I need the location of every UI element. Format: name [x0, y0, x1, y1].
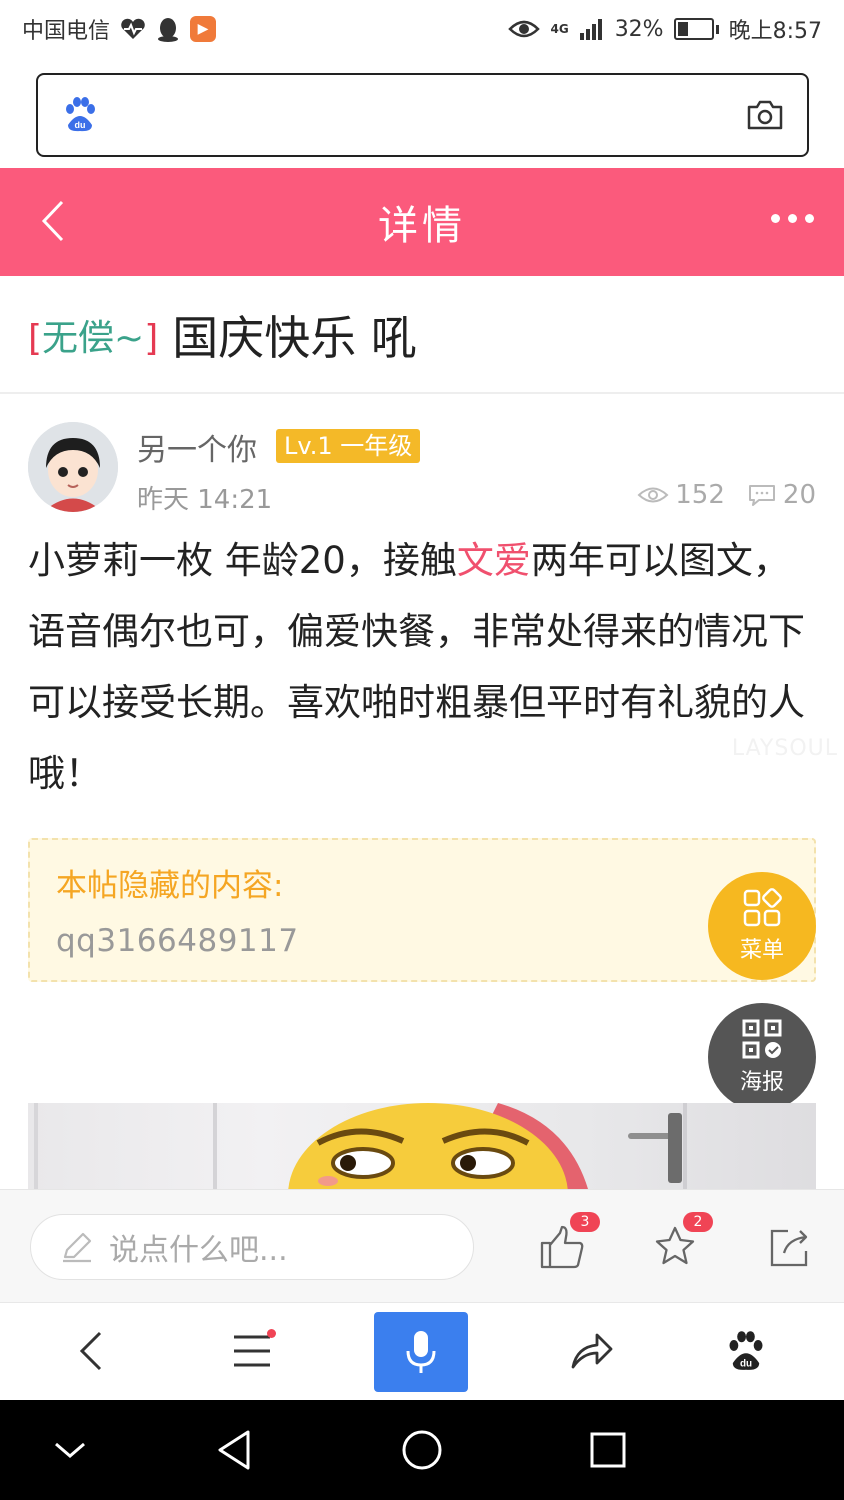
more-dots-icon: [771, 214, 780, 223]
nav-home-button[interactable]: [394, 1422, 450, 1478]
post-tag: [无偿~]: [28, 318, 159, 359]
hidden-content-value: qq3166489117: [56, 923, 299, 959]
video-app-icon: ▶: [190, 16, 217, 42]
battery-percent: 32%: [614, 16, 664, 42]
content-text-1: 小萝莉一枚 年龄20，接触: [28, 539, 457, 582]
signal-icon: [579, 17, 605, 41]
square-recents-icon: [590, 1432, 626, 1468]
author-name[interactable]: 另一个你: [137, 425, 257, 469]
chevron-left-icon: [79, 1331, 102, 1371]
hamburger-menu-icon: [234, 1335, 270, 1367]
browser-back-button[interactable]: [62, 1321, 122, 1381]
heart-rate-icon: [120, 18, 146, 40]
menu-fab[interactable]: 菜单: [708, 872, 816, 980]
share-box-icon: [770, 1229, 808, 1267]
comments-count: 20: [782, 480, 816, 510]
browser-toolbar: du: [0, 1302, 844, 1400]
comments-stat: 20: [747, 480, 816, 510]
favorite-count-badge: 2: [683, 1212, 713, 1232]
watermark: LAYSOUL: [731, 736, 838, 761]
baidu-paw-icon[interactable]: du: [60, 95, 100, 135]
post-title-row: [无偿~] 国庆快乐 吼: [28, 290, 828, 380]
views-stat: 152: [637, 480, 725, 510]
baidu-home-button[interactable]: du: [716, 1321, 776, 1381]
pencil-icon: [63, 1232, 92, 1263]
triangle-back-icon: [218, 1430, 250, 1470]
battery-icon: [673, 18, 719, 40]
post-image[interactable]: [28, 1103, 816, 1189]
carrier-name: 中国电信: [22, 19, 111, 44]
menu-fab-label: 菜单: [739, 938, 784, 963]
comment-input[interactable]: 说点什么吧...: [30, 1214, 474, 1280]
network-type-label: 4G: [550, 22, 569, 36]
status-bar: 中国电信 ▶ 4G 32% 晚上8:57: [0, 0, 844, 58]
svg-text:du: du: [740, 1358, 752, 1369]
search-input[interactable]: [116, 85, 729, 145]
voice-search-button[interactable]: [374, 1312, 468, 1392]
back-button[interactable]: [34, 196, 74, 246]
more-button[interactable]: [771, 214, 814, 223]
status-left: 中国电信 ▶: [22, 13, 217, 45]
hidden-content-box: 本帖隐藏的内容: qq3166489117: [28, 838, 816, 982]
title-divider: [0, 392, 844, 394]
eye-icon: [637, 487, 669, 503]
qq-penguin-icon: [156, 16, 180, 42]
microphone-icon: [406, 1331, 436, 1373]
search-bar[interactable]: du: [36, 73, 809, 157]
nav-recents-button[interactable]: [580, 1422, 636, 1478]
share-arrow-icon: [571, 1333, 613, 1369]
chevron-left-icon: [41, 200, 64, 242]
like-button[interactable]: 3: [532, 1212, 600, 1282]
emoji-meme-image: [34, 1103, 687, 1189]
content-highlight: 文爱: [456, 539, 531, 582]
post-title: 国庆快乐 吼: [172, 311, 417, 365]
nav-back-button[interactable]: [206, 1422, 262, 1478]
page-header: 详情: [0, 168, 844, 276]
qr-code-icon: [742, 1019, 782, 1059]
clock: 晚上8:57: [728, 19, 822, 44]
comment-bar: 说点什么吧... 3 2: [0, 1189, 844, 1302]
post-time: 昨天 14:21: [137, 485, 273, 515]
page-title: 详情: [378, 203, 466, 249]
views-count: 152: [675, 480, 725, 510]
system-nav-bar: [0, 1400, 844, 1500]
hidden-content-label: 本帖隐藏的内容:: [56, 868, 284, 904]
comment-bubble-icon: [748, 485, 775, 506]
post-content: 小萝莉一枚 年龄20，接触文爱两年可以图文，语音偶尔也可，偏爱快餐，非常处得来的…: [28, 525, 818, 809]
baidu-paw-icon: du: [729, 1331, 763, 1370]
level-badge: Lv.1 一年级: [276, 429, 421, 463]
svg-text:du: du: [75, 120, 86, 130]
share-post-button[interactable]: [760, 1212, 820, 1282]
notification-dot: [267, 1329, 276, 1338]
browser-share-button[interactable]: [562, 1321, 622, 1381]
avatar[interactable]: [28, 422, 118, 512]
status-right: 4G 32% 晚上8:57: [508, 13, 822, 45]
chevron-down-icon: [55, 1442, 85, 1458]
camera-icon[interactable]: [745, 95, 785, 135]
nav-hide-button[interactable]: [42, 1422, 98, 1478]
eye-icon: [508, 18, 541, 40]
screen: 中国电信 ▶ 4G 32% 晚上8:57 du 详情 [无偿~] 国庆快乐 吼 …: [0, 0, 844, 1500]
like-count-badge: 3: [570, 1212, 600, 1232]
comment-placeholder: 说点什么吧...: [109, 1233, 288, 1268]
poster-fab[interactable]: 海报: [708, 1003, 816, 1111]
circle-home-icon: [402, 1430, 442, 1470]
poster-fab-label: 海报: [739, 1070, 784, 1095]
favorite-button[interactable]: 2: [645, 1212, 713, 1282]
browser-menu-button[interactable]: [222, 1321, 282, 1381]
post-stats: 152 20: [637, 480, 816, 510]
grid-icon: [743, 888, 782, 927]
